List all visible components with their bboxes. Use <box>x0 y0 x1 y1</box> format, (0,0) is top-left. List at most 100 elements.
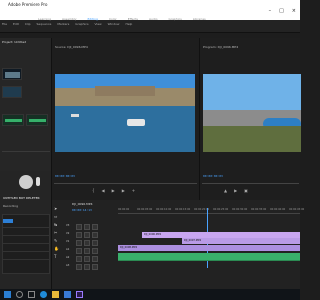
maximize-icon[interactable]: □ <box>279 8 284 14</box>
play-icon[interactable]: ▶ <box>234 188 237 193</box>
lift-icon[interactable]: ▲ <box>224 188 227 193</box>
track-header-a1[interactable]: A1 <box>66 248 116 255</box>
folder-icon[interactable] <box>52 291 59 298</box>
insert-icon[interactable]: + <box>132 188 135 193</box>
premiere-icon[interactable] <box>76 291 83 298</box>
ruler-tick: 00:00:40:00 <box>270 208 286 211</box>
task-view-icon[interactable] <box>28 291 35 298</box>
ruler-tick: 00:00:35:00 <box>251 208 267 211</box>
tools-column: ➤ ⇨ ↹ ✂ ✎ ✋ T <box>54 206 62 259</box>
edge-icon[interactable] <box>40 291 47 298</box>
track-label: V1 <box>66 240 70 243</box>
menu-window[interactable]: Window <box>108 22 120 26</box>
track-header-v2[interactable]: V2 <box>66 232 116 239</box>
program-video-frame[interactable] <box>203 74 301 152</box>
audio-waveform <box>118 260 300 261</box>
source-timecode: 00:00:00:03 <box>55 174 75 178</box>
timeline-timecode: 00:00:14:13 <box>72 208 92 212</box>
program-timecode: 00:00:00:03 <box>203 174 223 178</box>
menu-clip[interactable]: Clip <box>25 22 31 26</box>
minimize-icon[interactable]: – <box>269 8 272 14</box>
track-label: A3 <box>66 264 70 267</box>
ruler-tick: 00:00:25:00 <box>213 208 229 211</box>
menu-help[interactable]: Help <box>125 22 132 26</box>
workspace-libraries[interactable]: Libraries <box>193 17 206 21</box>
workspace-learning[interactable]: Learning <box>38 17 51 21</box>
play-icon[interactable]: ▶ <box>112 188 115 193</box>
audio-thumbnail[interactable] <box>26 114 48 126</box>
pen-tool-icon[interactable]: ✎ <box>54 238 62 243</box>
menu-graphics[interactable]: Graphics <box>75 22 88 26</box>
audio-clip[interactable] <box>118 253 300 260</box>
program-monitor: Program: DJI_0096.MP4 00:00:00:03 ▲ ▶ ▣ <box>199 38 301 200</box>
effects-title: UNTITLED BOT DELETER <box>3 196 40 200</box>
close-icon[interactable]: × <box>292 8 296 14</box>
clip-label: DJI_0096.MP4 <box>144 233 162 236</box>
clip-label: DJI_0097.MP4 <box>184 239 202 242</box>
ruler-tick: 00:00:00 <box>118 208 130 211</box>
source-monitor-tab[interactable]: Source: DJI_0096.MP4 <box>55 45 88 49</box>
workspace-color[interactable]: Color <box>109 17 117 21</box>
workspace-graphics[interactable]: Graphics <box>169 17 182 21</box>
ruler-tick: 00:00:15:00 <box>175 208 191 211</box>
source-scrub-bar[interactable] <box>54 183 197 184</box>
list-item-selected[interactable] <box>3 219 13 223</box>
microphone-icon[interactable] <box>36 177 40 186</box>
ruler-tick: 00:00:30:00 <box>232 208 248 211</box>
boat-image <box>127 119 145 126</box>
menu-sequence[interactable]: Sequence <box>37 22 52 26</box>
timeline-clip[interactable]: DJI_0097.MP4 <box>182 238 300 244</box>
timeline-ruler[interactable]: 00:00:00 00:00:05:00 00:00:10:00 00:00:1… <box>118 208 304 214</box>
record-knob-icon[interactable] <box>19 175 33 189</box>
program-monitor-tab[interactable]: Program: DJI_0096.MP4 <box>203 45 238 49</box>
menu-edit[interactable]: Edit <box>13 22 19 26</box>
menu-view[interactable]: View <box>95 22 102 26</box>
effects-panel: UNTITLED BOT DELETER Recording <box>0 171 52 289</box>
effects-list[interactable] <box>2 214 50 274</box>
selection-tool-icon[interactable]: ➤ <box>54 206 62 211</box>
track-header-a3[interactable]: A3 <box>66 264 116 271</box>
ruler-tick: 00:00:45:00 <box>289 208 305 211</box>
ripple-edit-icon[interactable]: ↹ <box>54 222 62 227</box>
workspace-assembly[interactable]: Assembly <box>62 17 76 21</box>
source-monitor: Source: DJI_0096.MP4 00:00:00:03 { ◀ ▶ ▶… <box>52 38 199 200</box>
workspace-audio[interactable]: Audio <box>149 17 158 21</box>
razor-tool-icon[interactable]: ✂ <box>54 230 62 235</box>
export-frame-icon[interactable]: ▣ <box>244 188 248 193</box>
ruler-tick: 00:00:05:00 <box>137 208 153 211</box>
workspace-tabs: Learning Assembly Editing Color Effects … <box>38 17 206 21</box>
clip-label: DJI_0098.MP4 <box>120 246 138 249</box>
track-label: V3 <box>66 224 70 227</box>
project-panel-tab[interactable]: Project: Untitled <box>2 40 26 44</box>
search-icon[interactable] <box>16 291 23 298</box>
taskbar <box>0 289 300 300</box>
track-select-icon[interactable]: ⇨ <box>54 214 62 219</box>
mark-in-icon[interactable]: { <box>92 188 95 193</box>
workspace-effects[interactable]: Effects <box>128 17 138 21</box>
timeline-panel: DJI_0096.MP4 00:00:14:13 ➤ ⇨ ↹ ✂ ✎ ✋ T 0… <box>52 200 304 289</box>
menu-markers[interactable]: Markers <box>57 22 69 26</box>
workspace-editing[interactable]: Editing <box>88 17 98 21</box>
timeline-tab[interactable]: DJI_0096.MP4 <box>72 202 92 206</box>
track-header-v3[interactable]: V3 <box>66 224 116 231</box>
program-scrub-bar[interactable] <box>202 183 299 184</box>
project-panel: Project: Untitled <box>0 38 52 171</box>
timeline-clip[interactable]: DJI_0098.MP4 <box>118 245 300 251</box>
clip-thumbnail[interactable] <box>2 86 22 98</box>
track-label: V2 <box>66 232 70 235</box>
windows-start-icon[interactable] <box>4 291 11 298</box>
clip-thumbnail[interactable] <box>2 68 22 80</box>
track-header-v1[interactable]: V1 <box>66 240 116 247</box>
step-forward-icon[interactable]: ▶ <box>122 188 125 193</box>
audio-thumbnail[interactable] <box>2 114 24 126</box>
step-back-icon[interactable]: ◀ <box>102 188 105 193</box>
source-video-frame[interactable] <box>55 74 195 152</box>
type-tool-icon[interactable]: T <box>54 254 62 259</box>
menu-file[interactable]: File <box>2 22 7 26</box>
store-icon[interactable] <box>64 291 71 298</box>
hand-tool-icon[interactable]: ✋ <box>54 246 62 251</box>
divider <box>2 151 50 152</box>
boat-image <box>71 114 79 117</box>
track-label: A2 <box>66 256 70 259</box>
track-header-a2[interactable]: A2 <box>66 256 116 263</box>
